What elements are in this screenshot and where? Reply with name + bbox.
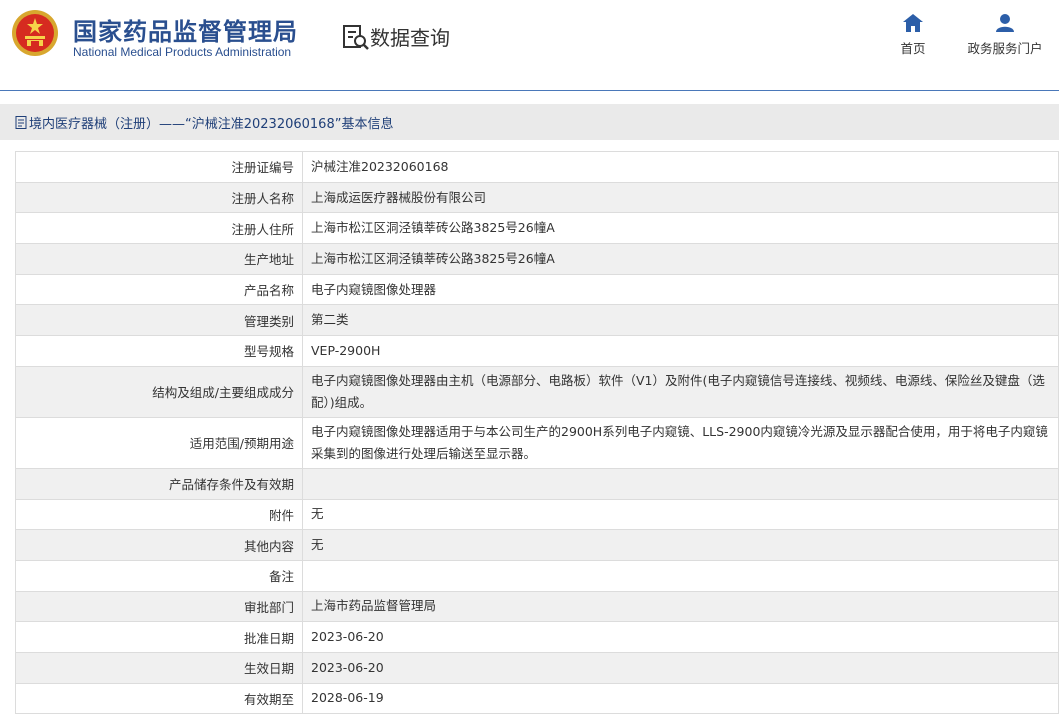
user-icon xyxy=(996,14,1014,32)
table-row: 审批部门 上海市药品监督管理局 xyxy=(15,590,1059,623)
table-row: 产品储存条件及有效期 xyxy=(15,467,1059,500)
field-value: 无 xyxy=(302,529,1059,561)
field-label: 附件 xyxy=(15,498,303,531)
field-label: 批准日期 xyxy=(15,621,303,653)
breadcrumb-text: 境内医疗器械（注册）——“沪械注准20232060168”基本信息 xyxy=(29,116,394,132)
home-icon xyxy=(903,14,923,32)
table-row: 其他内容无 xyxy=(15,529,1059,561)
table-row: 型号规格 VEP-2900H xyxy=(15,335,1059,367)
table-row: 生效日期 2023-06-20 xyxy=(15,651,1059,684)
nav-home-label: 首页 xyxy=(900,41,926,56)
field-label: 产品储存条件及有效期 xyxy=(15,467,303,500)
field-value xyxy=(302,467,1059,500)
field-label: 型号规格 xyxy=(15,335,303,367)
field-label: 适用范围/预期用途 xyxy=(15,416,303,469)
nav-gov-portal-link[interactable]: 政务服务门户 xyxy=(962,14,1048,57)
site-title-cn: 国家药品监督管理局 xyxy=(73,18,298,46)
document-icon xyxy=(15,115,27,129)
field-value: 第二类 xyxy=(302,304,1059,337)
field-value: 2028-06-19 xyxy=(302,682,1059,715)
field-value xyxy=(302,559,1059,592)
national-emblem-icon xyxy=(12,10,58,56)
table-row: 有效期至 2028-06-19 xyxy=(15,682,1059,715)
breadcrumb: 境内医疗器械（注册）——“沪械注准20232060168”基本信息 xyxy=(0,104,1059,140)
table-row: 附件无 xyxy=(15,498,1059,531)
field-label: 注册证编号 xyxy=(15,151,303,183)
field-value: 电子内窥镜图像处理器适用于与本公司生产的2900H系列电子内窥镜、LLS-290… xyxy=(302,416,1059,469)
data-query-icon xyxy=(343,25,369,50)
field-value: 上海市松江区洞泾镇莘砖公路3825号26幢A xyxy=(302,243,1059,275)
field-value: 2023-06-20 xyxy=(302,621,1059,653)
field-label: 其他内容 xyxy=(15,529,303,561)
device-info-table: 注册证编号 沪械注准20232060168 注册人名称 上海成运医疗器械股份有限公司注… xyxy=(15,151,1059,715)
site-header: 国家药品监督管理局 National Medical Products Admi… xyxy=(0,0,1059,91)
table-row: 备注 xyxy=(15,559,1059,592)
table-row: 批准日期 2023-06-20 xyxy=(15,621,1059,653)
table-row: 产品名称 电子内窥镜图像处理器 xyxy=(15,273,1059,306)
nav-gov-portal-label: 政务服务门户 xyxy=(967,41,1043,56)
site-title-en: National Medical Products Administration xyxy=(73,45,292,59)
table-row: 注册人名称 上海成运医疗器械股份有限公司 xyxy=(15,181,1059,214)
field-value: 无 xyxy=(302,498,1059,531)
nav-home-link[interactable]: 首页 xyxy=(893,14,933,57)
field-value: 上海市松江区洞泾镇莘砖公路3825号26幢A xyxy=(302,212,1059,245)
table-row: 适用范围/预期用途 电子内窥镜图像处理器适用于与本公司生产的2900H系列电子内窥… xyxy=(15,416,1059,469)
field-label: 注册人名称 xyxy=(15,181,303,214)
table-row: 注册证编号 沪械注准20232060168 xyxy=(15,151,1059,183)
field-label: 有效期至 xyxy=(15,682,303,715)
field-value: 电子内窥镜图像处理器由主机（电源部分、电路板）软件（V1）及附件(电子内窥镜信号… xyxy=(302,365,1059,418)
field-label: 注册人住所 xyxy=(15,212,303,245)
field-label: 结构及组成/主要组成成分 xyxy=(15,365,303,418)
field-label: 管理类别 xyxy=(15,304,303,337)
field-value: 电子内窥镜图像处理器 xyxy=(302,273,1059,306)
field-value: VEP-2900H xyxy=(302,335,1059,367)
section-title: 数据查询 xyxy=(370,26,450,50)
table-row: 注册人住所 上海市松江区洞泾镇莘砖公路3825号26幢A xyxy=(15,212,1059,245)
field-label: 审批部门 xyxy=(15,590,303,623)
table-row: 管理类别 第二类 xyxy=(15,304,1059,337)
field-label: 产品名称 xyxy=(15,273,303,306)
field-value: 上海市药品监督管理局 xyxy=(302,590,1059,623)
field-label: 生效日期 xyxy=(15,651,303,684)
table-row: 生产地址 上海市松江区洞泾镇莘砖公路3825号26幢A xyxy=(15,243,1059,275)
table-row: 结构及组成/主要组成成分 电子内窥镜图像处理器由主机（电源部分、电路板）软件（V1… xyxy=(15,365,1059,418)
field-value: 2023-06-20 xyxy=(302,651,1059,684)
field-label: 备注 xyxy=(15,559,303,592)
field-value: 上海成运医疗器械股份有限公司 xyxy=(302,181,1059,214)
field-label: 生产地址 xyxy=(15,243,303,275)
field-value: 沪械注准20232060168 xyxy=(302,151,1059,183)
